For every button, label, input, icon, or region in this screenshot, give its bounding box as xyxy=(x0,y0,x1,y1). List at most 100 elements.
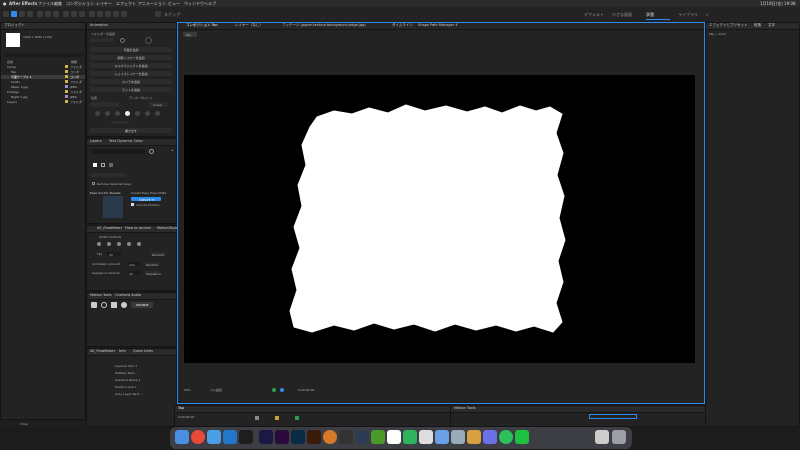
tab-overlord-audio[interactable]: Overlord Audio xyxy=(115,293,141,297)
show-channel-icon[interactable] xyxy=(280,388,284,392)
premiere-icon[interactable] xyxy=(275,430,289,444)
grid-selector[interactable] xyxy=(91,102,119,107)
photos-icon[interactable] xyxy=(435,430,449,444)
trash-icon[interactable] xyxy=(111,302,117,308)
random-button-2[interactable]: Random xyxy=(145,262,159,267)
tab-motiontools[interactable]: MotionTools xyxy=(157,226,178,230)
tab-motion-tools-2[interactable]: Motion Tools xyxy=(454,406,476,410)
small-field[interactable] xyxy=(111,121,129,124)
fill-swatch[interactable] xyxy=(93,163,97,167)
list-item-selected[interactable]: 平面ケーブル 1 コンポ xyxy=(1,75,85,79)
vscode-icon[interactable] xyxy=(223,430,237,444)
workspace-small-screen[interactable]: 小さな画面 xyxy=(612,12,632,18)
list-item[interactable]: Comp フォルダ xyxy=(1,65,85,69)
tab-animation[interactable]: Animation xyxy=(90,23,108,27)
toggle-icon[interactable] xyxy=(255,416,259,420)
workspace-libraries[interactable]: ライブラリ xyxy=(678,12,698,18)
label-color-swatch[interactable] xyxy=(65,65,68,68)
tab-effects-presets[interactable]: エフェクトとプリセット xyxy=(709,23,748,28)
apple-menu-icon[interactable]: ● xyxy=(3,1,7,6)
flow-icon[interactable] xyxy=(97,242,101,246)
bit-depth-button[interactable]: 8 bpc xyxy=(20,422,28,426)
finder-icon[interactable] xyxy=(175,430,189,444)
tab-paragraph[interactable]: 段落 xyxy=(754,23,761,28)
tab-ae-flowmaker-2[interactable]: AE_FlowMaker xyxy=(90,349,115,353)
refresh-icon[interactable] xyxy=(101,302,107,308)
radio-icon[interactable] xyxy=(120,38,125,43)
tab-composition[interactable]: コンポジション Tap xyxy=(186,23,218,28)
line-icon[interactable] xyxy=(515,430,529,444)
sequence-amount-field[interactable]: 30 xyxy=(127,271,141,276)
export-button[interactable]: 書き出す xyxy=(90,128,172,133)
add-adjustment-layer-button[interactable]: 調整レイヤーを追加 xyxy=(90,55,172,60)
tab-info[interactable]: Info xyxy=(119,349,126,353)
timeline-timecode[interactable]: 0;00;00;00 xyxy=(178,415,194,419)
list-item[interactable]: Night 2.jpg JPEG xyxy=(1,95,85,99)
capcut-icon[interactable] xyxy=(403,430,417,444)
tab-timeline-comp[interactable]: Tap xyxy=(178,406,184,410)
puppet-pin-tool-icon[interactable] xyxy=(121,11,127,17)
illustrator-icon[interactable] xyxy=(307,430,321,444)
flow-icon[interactable] xyxy=(107,242,111,246)
info-row[interactable]: Gradient Ramp 1 xyxy=(115,378,141,382)
graph-editor-icon[interactable] xyxy=(295,416,299,420)
preview-icon[interactable] xyxy=(595,430,609,444)
aftereffects-icon[interactable] xyxy=(259,430,273,444)
camera-snapshot-icon[interactable] xyxy=(272,388,276,392)
camera-tool-icon[interactable] xyxy=(45,11,51,17)
label-color-swatch[interactable] xyxy=(65,100,68,103)
tab-layers[interactable]: Layers xyxy=(90,139,102,143)
swap-colors-icon[interactable] xyxy=(109,163,113,167)
add-light-button[interactable]: ライトを追加 xyxy=(90,87,172,92)
align-right-icon[interactable] xyxy=(115,111,120,116)
brush-tool-icon[interactable] xyxy=(89,11,95,17)
random-button[interactable]: Random xyxy=(151,252,165,257)
color-input[interactable] xyxy=(91,149,145,154)
add-camera-button[interactable]: カメラを追加 xyxy=(90,79,172,84)
add-shape-layer-button[interactable]: シェイプレイヤーを追加 xyxy=(90,71,172,76)
distribute-icon[interactable] xyxy=(155,111,160,116)
davinci-icon[interactable] xyxy=(339,430,353,444)
photoshop-icon[interactable] xyxy=(291,430,305,444)
flow-icon[interactable] xyxy=(117,242,121,246)
list-item[interactable]: Tap コンポ xyxy=(1,70,85,74)
terminal-icon[interactable] xyxy=(239,430,253,444)
stroke-swatch[interactable] xyxy=(101,163,105,167)
app-store-icon[interactable] xyxy=(451,430,465,444)
label-color-swatch[interactable] xyxy=(65,95,68,98)
info-row[interactable]: Layered Star 1 xyxy=(115,364,137,368)
label-color-swatch[interactable] xyxy=(65,80,68,83)
column-name-header[interactable]: 名前 xyxy=(7,60,13,64)
include-position-checkbox[interactable] xyxy=(131,203,134,206)
tab-text-dynamic-color[interactable]: Text Dynamic Color xyxy=(109,139,143,143)
align-bottom-icon[interactable] xyxy=(145,111,150,116)
eraser-tool-icon[interactable] xyxy=(105,11,111,17)
rectangle-tool-icon[interactable] xyxy=(63,11,69,17)
viewer-timecode[interactable]: 0;00;00;00 xyxy=(298,388,314,392)
nvidia-icon[interactable] xyxy=(371,430,385,444)
animation-amount-field[interactable]: 100 xyxy=(127,262,141,267)
trash-icon[interactable] xyxy=(612,430,626,444)
project-search-input[interactable] xyxy=(4,53,84,57)
discord-icon[interactable] xyxy=(483,430,497,444)
snap-checkbox[interactable] xyxy=(155,11,161,17)
align-center-icon[interactable] xyxy=(105,111,110,116)
app-menu[interactable]: After Effects xyxy=(9,1,37,6)
flow-icon[interactable] xyxy=(137,242,141,246)
workspace-more-icon[interactable]: » xyxy=(706,12,708,17)
settings-icon[interactable] xyxy=(121,302,127,308)
clone-stamp-tool-icon[interactable] xyxy=(97,11,103,17)
pen-tool-icon[interactable] xyxy=(71,11,77,17)
workspace-default[interactable]: デフォルト xyxy=(584,12,604,18)
tab-timeline-view[interactable]: タイムライン xyxy=(392,23,413,28)
list-item[interactable]: Footage フォルダ xyxy=(1,90,85,94)
blend-dropdown[interactable] xyxy=(91,173,125,177)
tab-quick-links[interactable]: Quick Links xyxy=(133,349,153,353)
info-row[interactable]: Gray Layer Rect... xyxy=(115,392,142,396)
remove-keys-checkbox[interactable] xyxy=(92,182,95,185)
chrome-icon[interactable] xyxy=(191,430,205,444)
cinema4d-icon[interactable] xyxy=(355,430,369,444)
list-item[interactable]: Solids フォルダ xyxy=(1,80,85,84)
add-icon[interactable]: + xyxy=(171,148,174,152)
info-row[interactable]: Multiply Rect ... xyxy=(115,371,138,375)
